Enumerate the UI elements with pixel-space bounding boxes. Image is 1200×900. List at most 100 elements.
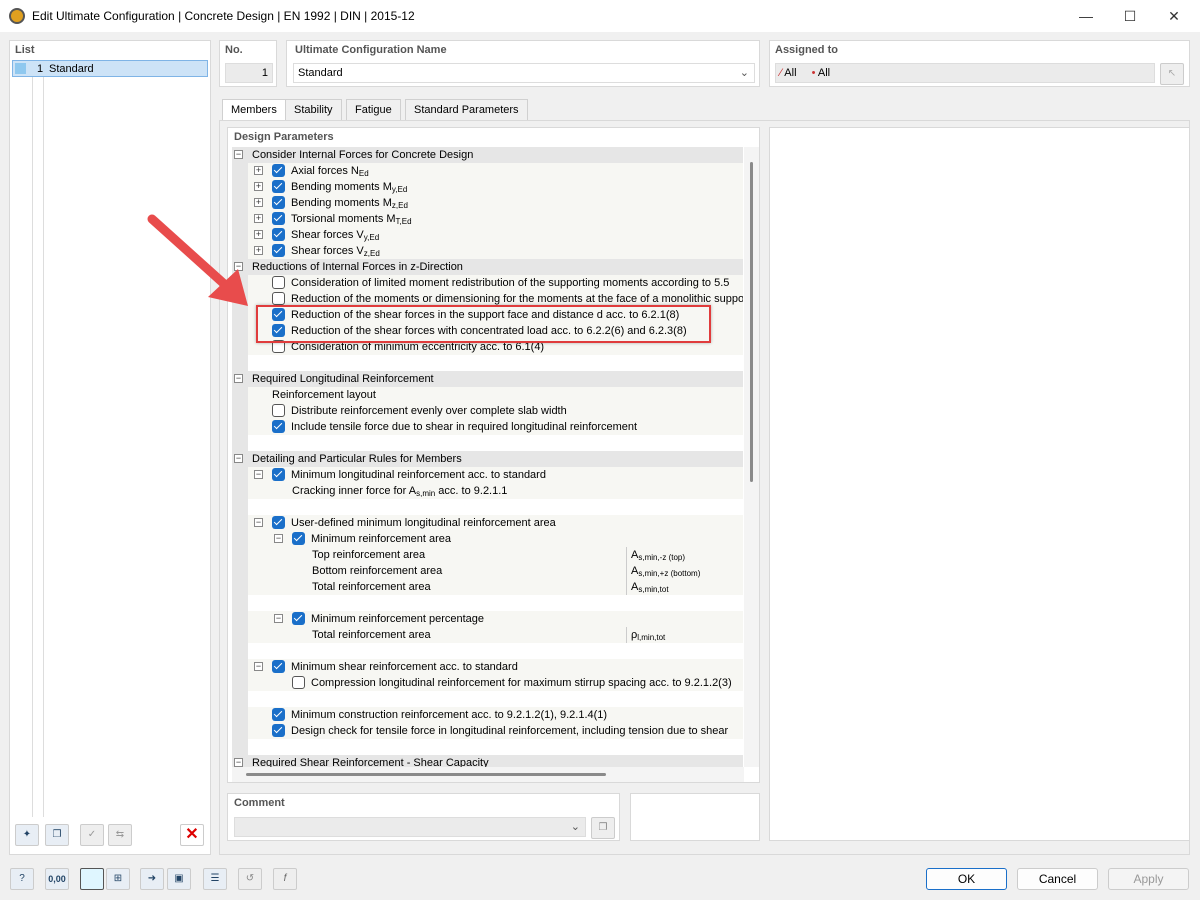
assigned-sets: All [817,67,831,79]
import-icon[interactable]: ➜ [140,868,164,890]
apply-button[interactable]: Apply [1108,868,1189,890]
checkbox[interactable] [272,660,285,673]
checkbox[interactable] [292,676,305,689]
tab-stability[interactable]: Stability [285,99,342,121]
collapse-icon[interactable]: − [254,518,263,527]
checkbox[interactable] [292,532,305,545]
spacer-row [248,499,743,515]
check-all-icon[interactable]: ✓ [80,824,104,846]
copy-item-icon[interactable]: ❐ [45,824,69,846]
units-icon[interactable]: ⊞ [106,868,130,890]
expand-icon[interactable]: + [254,166,263,175]
list-view-icon[interactable]: ☰ [203,868,227,890]
list-item-name: Standard [49,63,94,75]
uncheck-icon[interactable]: ⇆ [108,824,132,846]
collapse-icon[interactable]: − [254,662,263,671]
row-value: ρl,min,tot [626,627,665,643]
checkbox[interactable] [272,276,285,289]
checkbox[interactable] [272,244,285,257]
tree-row: + Shear forces Vz,Ed [248,243,743,259]
list-item[interactable]: 1 Standard [12,60,208,77]
row-label: Distribute reinforcement evenly over com… [291,403,567,419]
set-icon: • [811,67,816,79]
checkbox[interactable] [272,708,285,721]
checkbox[interactable] [272,292,285,305]
checkbox[interactable] [272,228,285,241]
comment-combobox[interactable]: ⌄ [234,817,586,837]
help-icon[interactable]: ? [10,868,34,890]
checkbox[interactable] [272,516,285,529]
minimize-button[interactable]: — [1066,4,1106,28]
app-icon [9,8,25,24]
section-header: − Required Longitudinal Reinforcement [232,371,743,387]
new-item-icon[interactable]: ✦ [15,824,39,846]
checkbox[interactable] [272,212,285,225]
value-subscript: s,min,-z (top) [638,553,686,562]
tree-row: − Minimum longitudinal reinforcement acc.… [248,467,743,483]
label-text: Cracking inner force for A [292,485,417,497]
cancel-button[interactable]: Cancel [1017,868,1098,890]
collapse-icon[interactable]: − [234,150,243,159]
collapse-icon[interactable]: − [234,374,243,383]
tree-row: − User-defined minimum longitudinal reinf… [248,515,743,531]
row-label: Bottom reinforcement area [312,563,442,579]
label-subscript: y,Ed [363,233,380,242]
tree-row: Include tensile force due to shear in re… [248,419,743,435]
row-label: Minimum reinforcement area [311,531,451,547]
checkbox[interactable] [272,164,285,177]
collapse-icon[interactable]: − [234,454,243,463]
label-suffix: acc. to 9.2.1.1 [435,485,508,497]
label-subscript: z,Ed [363,249,380,258]
name-header: Ultimate Configuration Name [295,44,447,56]
row-label: Consideration of limited moment redistri… [291,275,729,291]
label-text: Torsional moments M [291,213,396,225]
checkbox[interactable] [272,420,285,433]
collapse-icon[interactable]: − [254,470,263,479]
delete-icon[interactable]: ✕ [180,824,204,846]
tab-standard-parameters[interactable]: Standard Parameters [405,99,528,121]
label-subscript: z,Ed [391,201,408,210]
scrollbar-thumb[interactable] [750,162,753,482]
checkbox[interactable] [272,180,285,193]
select-icon[interactable]: ↖ [1160,63,1184,85]
label-text: Axial forces N [291,165,359,177]
tab-members[interactable]: Members [222,99,286,121]
maximize-button[interactable]: ☐ [1110,4,1150,28]
label-text: User-defined minimum longitudinal reinfo… [291,517,556,529]
decimal-places-button[interactable]: 0,00 [45,868,69,890]
export-icon[interactable]: ▣ [167,868,191,890]
ok-button[interactable]: OK [926,868,1007,890]
label-text: Total reinforcement area [312,629,431,641]
color-icon[interactable] [80,868,104,890]
reset-icon[interactable]: ↺ [238,868,262,890]
tree-row: Total reinforcement area ρl,min,tot [248,627,743,643]
formula-icon[interactable]: f [273,868,297,890]
checkbox[interactable] [272,196,285,209]
collapse-icon[interactable]: − [234,758,243,767]
collapse-icon[interactable]: − [274,614,283,623]
checkbox[interactable] [272,724,285,737]
section-title: Detailing and Particular Rules for Membe… [252,453,462,465]
chevron-down-icon: ⌄ [739,67,749,79]
collapse-icon[interactable]: − [274,534,283,543]
tree-row: + Bending moments My,Ed [248,179,743,195]
tab-fatigue[interactable]: Fatigue [346,99,401,121]
row-label: Bending moments Mz,Ed [291,195,408,211]
row-label: Axial forces NEd [291,163,369,179]
value-subscript: s,min,+z (bottom) [638,569,701,578]
checkbox[interactable] [272,468,285,481]
label-text: Distribute reinforcement evenly over com… [291,405,567,417]
checkbox[interactable] [272,404,285,417]
name-combobox[interactable]: Standard ⌄ [293,63,755,83]
label-subscript: y,Ed [391,185,408,194]
label-text: Shear forces V [291,229,364,241]
expand-icon[interactable]: + [254,182,263,191]
checkbox[interactable] [292,612,305,625]
highlight-box [256,305,711,343]
close-button[interactable]: ✕ [1154,4,1194,28]
h-scrollbar-thumb[interactable] [246,773,606,776]
horizontal-scrollbar[interactable] [232,767,744,782]
tree-row: Distribute reinforcement evenly over com… [248,403,743,419]
comment-library-icon[interactable]: ❐ [591,817,615,839]
vertical-scrollbar[interactable] [744,147,759,767]
